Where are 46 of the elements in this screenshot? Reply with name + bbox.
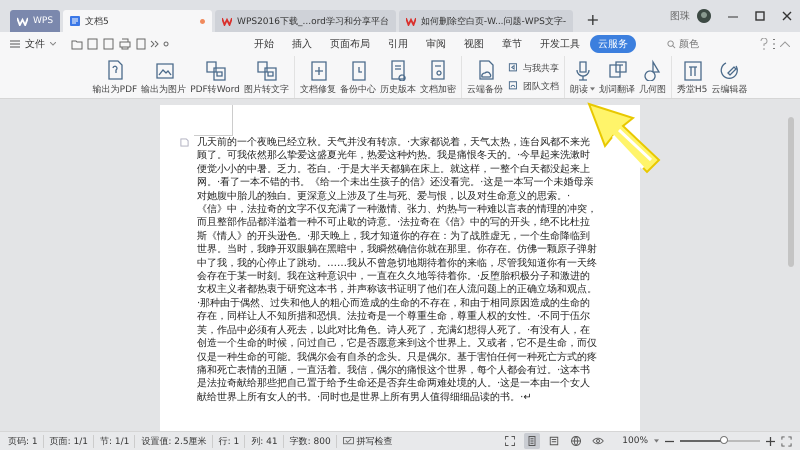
status-item: 列: 41 bbox=[251, 434, 284, 448]
ribbon-button[interactable]: 划词翻译 bbox=[596, 56, 637, 98]
file-menu[interactable]: 文件 bbox=[25, 37, 45, 51]
zoom-level[interactable]: 100% bbox=[622, 436, 648, 446]
tab-title: 如何删除空白页-W...问题-WPS文字- bbox=[420, 16, 566, 28]
ribbon-tab[interactable]: 审阅 bbox=[418, 35, 454, 53]
ribbon-button[interactable]: 输出为PDF bbox=[90, 56, 140, 98]
status-item: 设置值: 2.5厘米 bbox=[141, 434, 213, 448]
ribbon-button[interactable]: 图片转文字 bbox=[242, 56, 291, 98]
document-text: 几天前的一个夜晚已经立秋。天气并没有转凉。·大家都说着，天气太热，连台风都不来光顾了。可我依然那么挚爱这盛夏光年，热爱这种灼热。我是痛恨冬天的。·今早起来洗漱时便觉小小的中暑。乏力。苍白。·于是大半天都躺在床上。就这样，一整个白天都没起来上网。·看了一本不错的书。《给一个未出生孩子的信》还没看完。·这是一本写一个未婚母亲对她腹中胎儿的独白。更深意义上涉及了生与死、爱与恨，以及对生命意义的思索。·《信》中，法拉奇的文字不仅充满了一种激情、张力、灼热与一种难以言表的情理的冲突，而且整部作品都洋溢着一种不可止歇的诗意。·法拉奇在《信》中的写的开头，绝不比杜拉斯《情人》的开头逊色。·那天晚上，我才知道你的存在：为了战胜虚无，一个生命降临到世界。当时，我睁开双眼躺在黑暗中，我瞬然确信你就在那里。你存在。仿佛一颗原子弹射中了我，我的心停止了跳动。……我从不曾急切地期待着你的来临，尽管我知道你有一天终会存在于某一时刻。我在这种意识中，一直在久久地等待着你。·反堕胎积极分子和激进的女权主义者都热衷于研究这本书，并声称该书证明了他们在人流问题上的正确立场和观点。·那种由于偶然、过失和他人的粗心而造成的生命的不存在，和由于相同原因造成的生命的存在，同样让人不知所措和恐惧。法拉奇是一个尊重生命，尊重人权的女性。·不同于伍尔芙，作品中必须有人死去，以此对比角色。诗人死了，充满幻想得人死了。·有没有人，在创造一个生命的时候，问过自己，它是否愿意来到这个世界上。又或者，它不是生命，而仅仅是一种生命的可能。我偶尔会有自杀的念头。只是偶尔。基于害怕任何一种死亡方式的疼痛和死亡表情的丑陋，一直活着。我信，偶尔的痛恨这个世界，每个人都会有过。·这本书是法拉奇献给那些把自己置于给予生命还是否弃生命两难处境的人。·这是一本由一个女人献给世界上所有女人的书。·同时也是世界上所有男人值得细细品读的书。·↵ bbox=[197, 136, 598, 404]
ribbon-button[interactable]: 团队文档 bbox=[504, 78, 561, 94]
ribbon-button[interactable]: PDF转Word bbox=[188, 56, 242, 98]
tab-title: 文档5 bbox=[85, 16, 109, 28]
window-tab[interactable]: 如何删除空白页-W...问题-WPS文字- bbox=[398, 10, 574, 32]
ribbon-tab[interactable]: 开始 bbox=[246, 35, 282, 53]
ribbon-tab[interactable]: 引用 bbox=[380, 35, 416, 53]
status-item: 字数: 800 bbox=[290, 434, 337, 448]
status-item: 页码: 1 bbox=[8, 434, 44, 448]
window-tab[interactable]: WPS2016下载_...ord学习和分享平台 bbox=[215, 10, 396, 32]
ribbon-tab[interactable]: 云服务 bbox=[590, 35, 636, 53]
ribbon-tab[interactable]: 页面布局 bbox=[322, 35, 378, 53]
ribbon-button[interactable]: 与我共享 bbox=[504, 60, 561, 76]
ribbon-tab[interactable]: 视图 bbox=[456, 35, 492, 53]
ribbon-button[interactable]: 朗读 bbox=[568, 56, 597, 98]
ribbon-button[interactable]: 秀堂H5 bbox=[674, 56, 710, 98]
ribbon-button[interactable]: 文档加密 bbox=[418, 56, 458, 98]
ribbon-button[interactable]: 几何图 bbox=[636, 56, 668, 98]
ribbon-button[interactable]: 云端备份 bbox=[464, 56, 505, 98]
tab-title: WPS bbox=[33, 16, 54, 26]
new-tab-button[interactable]: + bbox=[576, 10, 610, 32]
ribbon-tab[interactable]: 开发工具 bbox=[532, 35, 588, 53]
ribbon-button[interactable]: 云编辑器 bbox=[709, 56, 750, 98]
ribbon-button[interactable]: 文档修复 bbox=[298, 56, 338, 98]
status-item: 行: 1 bbox=[218, 434, 246, 448]
window-tab[interactable]: 文档5 bbox=[63, 10, 212, 32]
ribbon-tab[interactable]: 插入 bbox=[284, 35, 320, 53]
status-item: 节: 1/1 bbox=[100, 434, 136, 448]
ribbon-button[interactable]: 输出为图片 bbox=[139, 56, 188, 98]
tab-title: WPS2016下载_...ord学习和分享平台 bbox=[237, 16, 389, 28]
spell-check-button[interactable]: 拼写检查 bbox=[342, 434, 398, 448]
status-item: 页面: 1/1 bbox=[50, 434, 94, 448]
user-name: 图珠 bbox=[670, 10, 690, 23]
ribbon-button[interactable]: 备份中心 bbox=[338, 56, 378, 98]
ribbon-tab[interactable]: 章节 bbox=[494, 35, 530, 53]
ribbon-button[interactable]: 历史版本 bbox=[378, 56, 418, 98]
window-tab[interactable]: WPS bbox=[10, 10, 60, 32]
